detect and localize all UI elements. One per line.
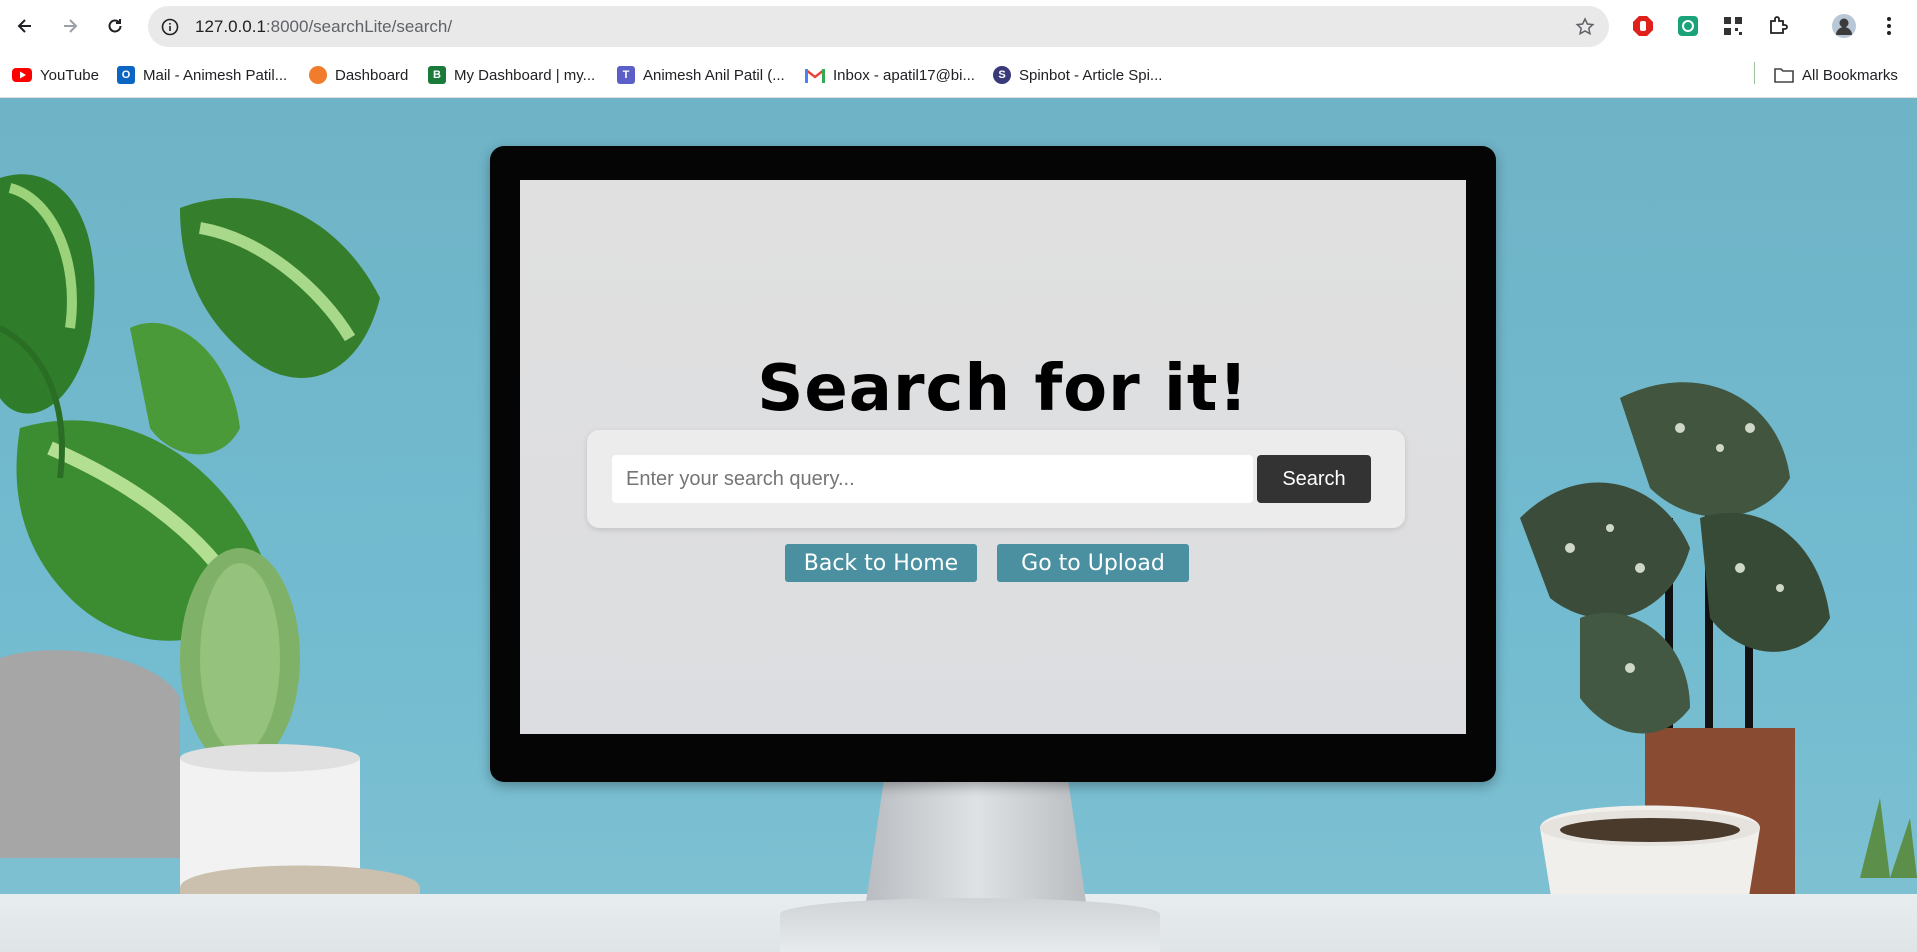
bookmark-inbox[interactable]: Inbox - apatil17@bi... bbox=[805, 62, 975, 88]
monitor-screen: Search for it! Search Back to Home Go to… bbox=[520, 180, 1466, 734]
folder-icon bbox=[1774, 68, 1794, 83]
outlook-icon: O bbox=[117, 66, 135, 84]
bookmarks-bar: YouTube O Mail - Animesh Patil... Dashbo… bbox=[0, 52, 1917, 98]
bookmark-youtube[interactable]: YouTube bbox=[12, 62, 99, 88]
site-info-icon[interactable] bbox=[158, 15, 182, 39]
monitor-stand-base bbox=[780, 898, 1160, 952]
gmail-icon bbox=[805, 68, 825, 83]
back-button[interactable] bbox=[10, 11, 40, 41]
b-logo-icon: B bbox=[428, 66, 446, 84]
browser-toolbar: 127.0.0.1:8000/searchLite/search/ bbox=[0, 0, 1917, 52]
reload-icon bbox=[108, 19, 122, 33]
arrow-right-icon bbox=[64, 19, 78, 33]
extensions-puzzle-icon[interactable] bbox=[1765, 13, 1791, 39]
bookmark-spinbot[interactable]: S Spinbot - Article Spi... bbox=[993, 62, 1162, 88]
search-input[interactable] bbox=[612, 455, 1253, 503]
chatgpt-extension-icon[interactable] bbox=[1675, 13, 1701, 39]
monitor-frame: Search for it! Search Back to Home Go to… bbox=[490, 146, 1496, 782]
bookmark-teams[interactable]: T Animesh Anil Patil (... bbox=[617, 62, 785, 88]
go-to-upload-button[interactable]: Go to Upload bbox=[997, 544, 1189, 582]
more-menu-icon[interactable] bbox=[1876, 13, 1902, 39]
all-bookmarks-button[interactable]: All Bookmarks bbox=[1774, 62, 1898, 88]
forward-button[interactable] bbox=[55, 11, 85, 41]
spinbot-icon: S bbox=[993, 66, 1011, 84]
url-text: 127.0.0.1:8000/searchLite/search/ bbox=[195, 17, 453, 36]
back-to-home-button[interactable]: Back to Home bbox=[785, 544, 977, 582]
bookmark-dashboard[interactable]: Dashboard bbox=[309, 62, 408, 88]
bookmark-star-icon[interactable] bbox=[1573, 15, 1597, 39]
search-button[interactable]: Search bbox=[1257, 455, 1371, 503]
right-plants-illustration bbox=[1520, 382, 1917, 952]
adblock-extension-icon[interactable] bbox=[1630, 13, 1656, 39]
teams-icon: T bbox=[617, 66, 635, 84]
monitor-stand bbox=[866, 782, 1086, 902]
youtube-icon bbox=[12, 68, 32, 82]
qr-code-extension-icon[interactable] bbox=[1720, 13, 1746, 39]
profile-avatar[interactable] bbox=[1831, 13, 1857, 39]
bookmark-mail[interactable]: O Mail - Animesh Patil... bbox=[117, 62, 287, 88]
page-title: Search for it! bbox=[757, 352, 1249, 426]
page-background: Search for it! Search Back to Home Go to… bbox=[0, 98, 1917, 952]
reload-button[interactable] bbox=[100, 11, 130, 41]
search-form: Search bbox=[587, 430, 1405, 528]
left-plants-illustration bbox=[0, 174, 420, 952]
bookmarks-divider bbox=[1754, 62, 1755, 84]
dashboard-icon bbox=[309, 66, 327, 84]
arrow-left-icon bbox=[17, 19, 31, 33]
bookmark-my-dashboard[interactable]: B My Dashboard | my... bbox=[428, 62, 595, 88]
address-bar[interactable]: 127.0.0.1:8000/searchLite/search/ bbox=[148, 6, 1609, 47]
